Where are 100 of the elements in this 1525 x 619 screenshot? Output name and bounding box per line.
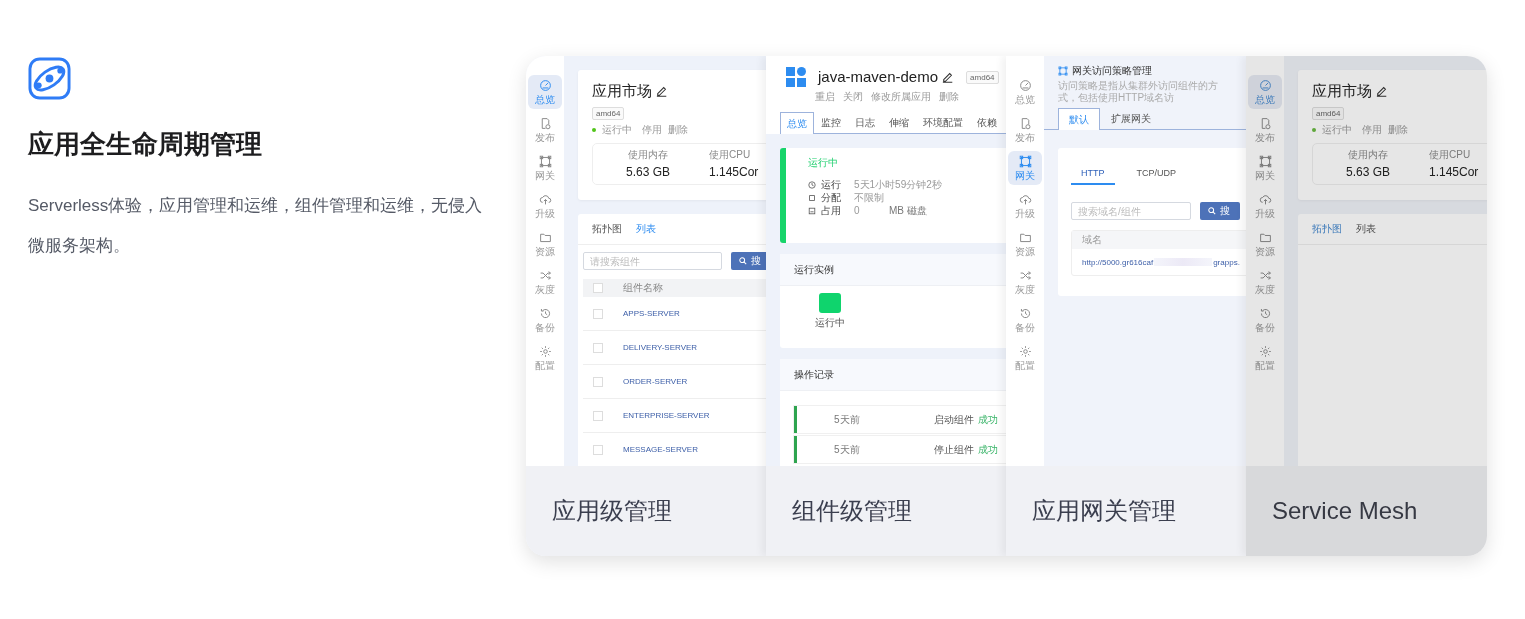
log-time: 5天前: [834, 412, 861, 427]
gateway-tab[interactable]: 默认: [1058, 108, 1100, 130]
status-dot: [592, 128, 596, 132]
sidebar-item[interactable]: 备份: [1008, 303, 1042, 337]
sidebar-item[interactable]: 总览: [1008, 75, 1042, 109]
checkbox[interactable]: [593, 308, 603, 319]
sidebar-item[interactable]: 发布: [528, 113, 562, 147]
action-link[interactable]: 关闭: [843, 90, 863, 104]
view-tab[interactable]: 拓扑图: [1312, 222, 1342, 236]
action-link[interactable]: 重启: [815, 90, 835, 104]
action-link[interactable]: 停用: [642, 123, 662, 137]
stat-value: 5.63 GB: [1346, 165, 1390, 179]
detail-unit: MB 磁盘: [889, 203, 927, 218]
sidebar-item[interactable]: 网关: [1008, 151, 1042, 185]
checkbox[interactable]: [593, 283, 603, 293]
chip-icon: [808, 193, 816, 202]
stat-value: 1.145Cor: [709, 165, 759, 179]
component-link[interactable]: DELIVERY-SERVER: [623, 343, 698, 352]
sidebar-item[interactable]: 配置: [528, 341, 562, 375]
section-title: 应用全生命周期管理: [28, 128, 263, 161]
column-header: 域名: [1082, 233, 1102, 247]
app-name: 应用市场: [592, 81, 652, 101]
view-tab[interactable]: 拓扑图: [592, 222, 622, 236]
sidebar-item[interactable]: 发布: [1248, 113, 1282, 147]
sidebar-item[interactable]: 配置: [1248, 341, 1282, 375]
search-field[interactable]: 搜索域名/组件: [1071, 202, 1191, 220]
sidebar-item[interactable]: 资源: [1248, 227, 1282, 261]
pencil-icon[interactable]: [942, 71, 955, 83]
instance-block[interactable]: [819, 293, 841, 313]
action-link[interactable]: 停用: [1362, 123, 1382, 137]
component-link[interactable]: ENTERPRISE-SERVER: [623, 411, 710, 420]
panel-caption: Service Mesh: [1246, 466, 1487, 556]
component-tab[interactable]: 监控: [814, 112, 848, 133]
sidebar-item[interactable]: 发布: [1008, 113, 1042, 147]
view-tab[interactable]: 列表: [1356, 222, 1376, 236]
domain-link[interactable]: grapps.: [1213, 257, 1240, 267]
sidebar-item[interactable]: 总览: [1248, 75, 1282, 109]
settings-icon: [538, 345, 552, 358]
pencil-icon[interactable]: [1376, 85, 1388, 97]
cloud-upload-icon: [538, 193, 552, 206]
instance-status: 运行中: [815, 316, 845, 330]
checkbox[interactable]: [593, 444, 603, 455]
column-header: 组件名称: [623, 281, 663, 295]
shuffle-icon: [1018, 269, 1032, 282]
search-button[interactable]: 搜: [1200, 202, 1240, 220]
sidebar-item[interactable]: 网关: [1248, 151, 1282, 185]
component-tab[interactable]: 依赖: [970, 112, 1004, 133]
card-title: 操作记录: [794, 367, 834, 382]
detail-value: 不限制: [854, 190, 884, 205]
folder-icon: [538, 231, 552, 244]
search-button[interactable]: 搜: [731, 252, 766, 270]
frame-icon: [1018, 155, 1032, 168]
component-tab[interactable]: 日志: [848, 112, 882, 133]
sidebar-item[interactable]: 资源: [528, 227, 562, 261]
action-link[interactable]: 删除: [939, 90, 959, 104]
arch-tag: amd64: [1312, 107, 1345, 120]
sidebar-item[interactable]: 备份: [1248, 303, 1282, 337]
panel-caption: 应用网关管理: [1006, 466, 1246, 556]
sidebar-item[interactable]: 升级: [1248, 189, 1282, 223]
component-link[interactable]: APPS-SERVER: [623, 309, 680, 318]
protocol-tab[interactable]: HTTP: [1071, 168, 1115, 185]
component-tab[interactable]: 总览: [780, 112, 814, 134]
checkbox[interactable]: [593, 376, 603, 387]
component-tab[interactable]: 伸缩: [882, 112, 916, 133]
sidebar-item[interactable]: 灰度: [1008, 265, 1042, 299]
domain-link[interactable]: http://5000.gr616caf: [1082, 257, 1154, 267]
sidebar-item[interactable]: 总览: [528, 75, 562, 109]
checkbox[interactable]: [593, 410, 603, 421]
settings-icon: [1258, 345, 1272, 358]
pencil-icon[interactable]: [656, 85, 668, 97]
sidebar-item[interactable]: 资源: [1008, 227, 1042, 261]
sidebar-item[interactable]: 升级: [1008, 189, 1042, 223]
history-icon: [538, 307, 552, 320]
search-field[interactable]: 请搜索组件: [583, 252, 722, 270]
sidebar-item[interactable]: 升级: [528, 189, 562, 223]
card-title: 运行实例: [794, 262, 834, 277]
gauge-icon: [1018, 79, 1032, 92]
section-description: Serverless体验，应用管理和运维，组件管理和运维，无侵入微服务架构。: [28, 195, 483, 257]
gateway-tab[interactable]: 扩展网关: [1100, 108, 1162, 129]
action-link[interactable]: 删除: [668, 123, 688, 137]
component-tab[interactable]: 环境配置: [916, 112, 970, 133]
cloud-upload-icon: [1018, 193, 1032, 206]
action-link[interactable]: 删除: [1388, 123, 1408, 137]
sidebar-item[interactable]: 备份: [528, 303, 562, 337]
view-tab[interactable]: 列表: [636, 222, 656, 236]
checkbox[interactable]: [593, 342, 603, 353]
sidebar-item[interactable]: 灰度: [528, 265, 562, 299]
sidebar-item[interactable]: 灰度: [1248, 265, 1282, 299]
action-link[interactable]: 修改所属应用: [871, 90, 931, 104]
status-text: 运行中: [1322, 123, 1352, 137]
protocol-tab[interactable]: TCP/UDP: [1126, 168, 1186, 185]
sidebar-item[interactable]: 配置: [1008, 341, 1042, 375]
arch-tag: amd64: [592, 107, 625, 120]
cloud-upload-icon: [1258, 193, 1272, 206]
stat-label: 使用内存: [628, 148, 668, 162]
search-icon: [1208, 207, 1216, 215]
sidebar-item[interactable]: 网关: [528, 151, 562, 185]
component-link[interactable]: MESSAGE-SERVER: [623, 445, 698, 454]
component-link[interactable]: ORDER-SERVER: [623, 377, 688, 386]
detail-label: 运行: [821, 177, 841, 192]
